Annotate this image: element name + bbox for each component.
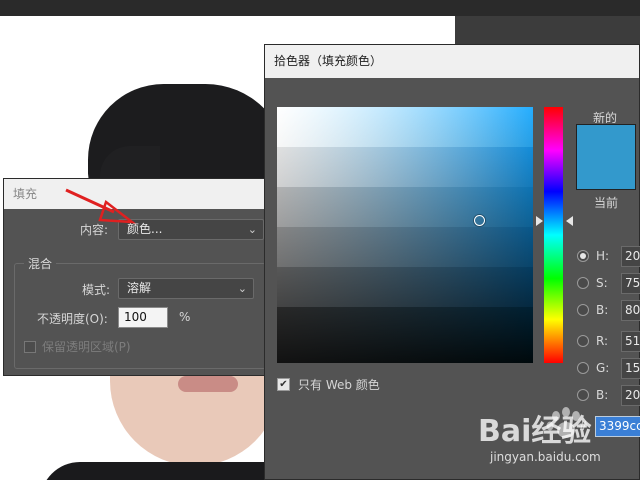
opacity-unit: %: [179, 310, 191, 324]
photo-lips: [178, 376, 238, 392]
color-field-band: [277, 147, 533, 187]
mode-dropdown-value: 溶解: [127, 281, 152, 295]
web-only-row[interactable]: ✔ 只有 Web 颜色: [277, 376, 380, 393]
current-color-label: 当前: [594, 196, 619, 210]
chevron-down-icon: ⌄: [247, 223, 257, 236]
color-field[interactable]: [277, 107, 533, 363]
h-input[interactable]: 20: [621, 246, 640, 267]
h-radio[interactable]: [577, 250, 589, 262]
mode-dropdown[interactable]: 溶解 ⌄: [118, 278, 254, 299]
workspace-top-bar: [0, 0, 640, 16]
preserve-checkbox[interactable]: [24, 340, 36, 353]
brightness-input[interactable]: 80: [621, 300, 640, 321]
color-field-band: [277, 267, 533, 307]
brightness-label: B:: [596, 303, 609, 317]
r-radio[interactable]: [577, 335, 589, 347]
r-input[interactable]: 51: [621, 331, 640, 352]
h-label: H:: [596, 249, 610, 263]
color-picker-title: 拾色器（填充颜色）: [265, 45, 639, 78]
g-input[interactable]: 15: [621, 358, 640, 379]
hue-slider-handle-left[interactable]: [536, 216, 543, 226]
opacity-label: 不透明度(O):: [37, 312, 108, 326]
s-label: S:: [596, 276, 608, 290]
opacity-row: 不透明度(O):: [37, 310, 108, 327]
g-label: G:: [596, 361, 610, 375]
hue-slider[interactable]: [544, 107, 563, 363]
color-field-band: [277, 107, 533, 147]
web-only-checkbox[interactable]: ✔: [277, 378, 290, 391]
preserve-label: 保留透明区域(P): [42, 340, 131, 354]
blue-radio[interactable]: [577, 389, 589, 401]
web-only-label: 只有 Web 颜色: [298, 378, 380, 392]
mode-row: 模式:: [82, 281, 110, 298]
brightness-radio[interactable]: [577, 304, 589, 316]
new-color-swatch: [576, 124, 636, 190]
hue-slider-handle-right[interactable]: [566, 216, 573, 226]
s-radio[interactable]: [577, 277, 589, 289]
blend-group-title: 混合: [24, 255, 57, 272]
blue-label: B:: [596, 388, 609, 402]
color-field-band: [277, 307, 533, 363]
opacity-input[interactable]: 100: [118, 307, 168, 328]
color-field-band: [277, 227, 533, 267]
preserve-row[interactable]: 保留透明区域(P): [24, 338, 131, 355]
watermark-url: jingyan.baidu.com: [490, 450, 601, 464]
s-input[interactable]: 75: [621, 273, 640, 294]
chevron-down-icon: ⌄: [237, 282, 247, 295]
r-label: R:: [596, 334, 609, 348]
mode-label: 模式:: [82, 283, 111, 297]
red-arrow-annotation: [65, 188, 137, 224]
g-radio[interactable]: [577, 362, 589, 374]
watermark-brand: Bai经验: [478, 414, 592, 449]
color-field-cursor[interactable]: [474, 215, 485, 226]
color-field-band: [277, 187, 533, 227]
